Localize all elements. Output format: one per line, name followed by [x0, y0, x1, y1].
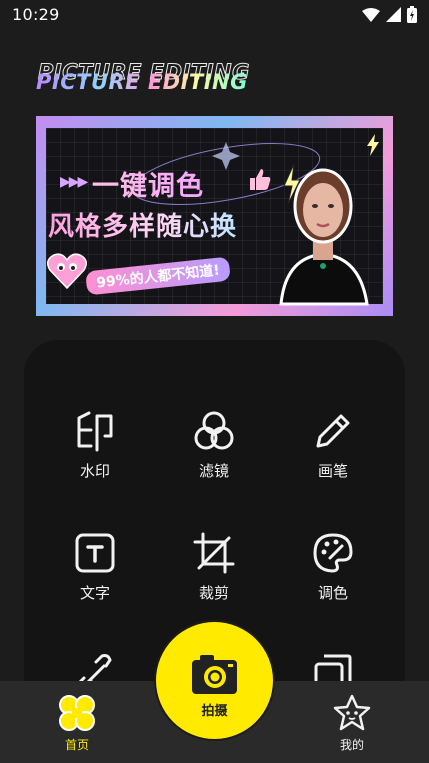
- tool-label: 水印: [79, 462, 110, 480]
- lightning-small-icon: [367, 134, 379, 156]
- tool-label: 文字: [79, 584, 110, 602]
- tool-label: 调色: [317, 584, 348, 602]
- status-time: 10:29: [12, 5, 60, 24]
- tool-filter[interactable]: 滤镜: [164, 410, 264, 500]
- status-icons: [362, 6, 417, 23]
- tool-color-adjust[interactable]: 调色: [283, 532, 383, 622]
- text-box-icon: [75, 533, 115, 573]
- filter-circles-icon: [194, 411, 234, 450]
- signal-icon: [386, 7, 401, 22]
- capture-label: 拍摄: [201, 704, 228, 719]
- lightning-icon: [283, 164, 301, 204]
- nav-mine-label: 我的: [339, 738, 364, 752]
- banner-headline: 一键调色: [92, 164, 204, 203]
- battery-icon: [407, 6, 417, 23]
- heart-mascot-icon: [47, 253, 87, 290]
- app-logo: PICTURE EDITING PICTURE EDITING: [36, 60, 276, 100]
- wifi-icon: [362, 7, 380, 22]
- nav-home[interactable]: 首页: [32, 681, 122, 763]
- status-bar: 10:29: [0, 0, 429, 30]
- capture-button[interactable]: 拍摄: [156, 622, 273, 739]
- tool-brush[interactable]: 画笔: [283, 410, 383, 500]
- nav-home-label: 首页: [64, 738, 89, 752]
- camera-icon: [192, 655, 237, 694]
- tool-label: 裁剪: [198, 584, 229, 602]
- tool-watermark[interactable]: 水印: [45, 410, 145, 500]
- tool-label: 滤镜: [198, 462, 229, 480]
- star-face-icon: [333, 694, 371, 731]
- crop-icon: [193, 532, 235, 574]
- tool-text[interactable]: 文字: [45, 532, 145, 622]
- model-portrait-image: [279, 168, 369, 306]
- palette-icon: [313, 533, 353, 573]
- promo-banner[interactable]: ▶▶▶ 一键调色 风格多样随心换 99%的人都不知道!: [36, 116, 393, 316]
- banner-subheadline: 风格多样随心换: [48, 206, 237, 243]
- pencil-icon: [316, 414, 350, 448]
- arrows-icon: ▶▶▶: [60, 174, 88, 190]
- stamp-icon: [77, 411, 113, 452]
- logo-text: PICTURE EDITING: [36, 70, 248, 94]
- nav-mine[interactable]: 我的: [307, 681, 397, 763]
- tool-label: 画笔: [317, 462, 348, 480]
- tool-crop[interactable]: 裁剪: [164, 532, 264, 622]
- home-clover-icon: [59, 695, 95, 731]
